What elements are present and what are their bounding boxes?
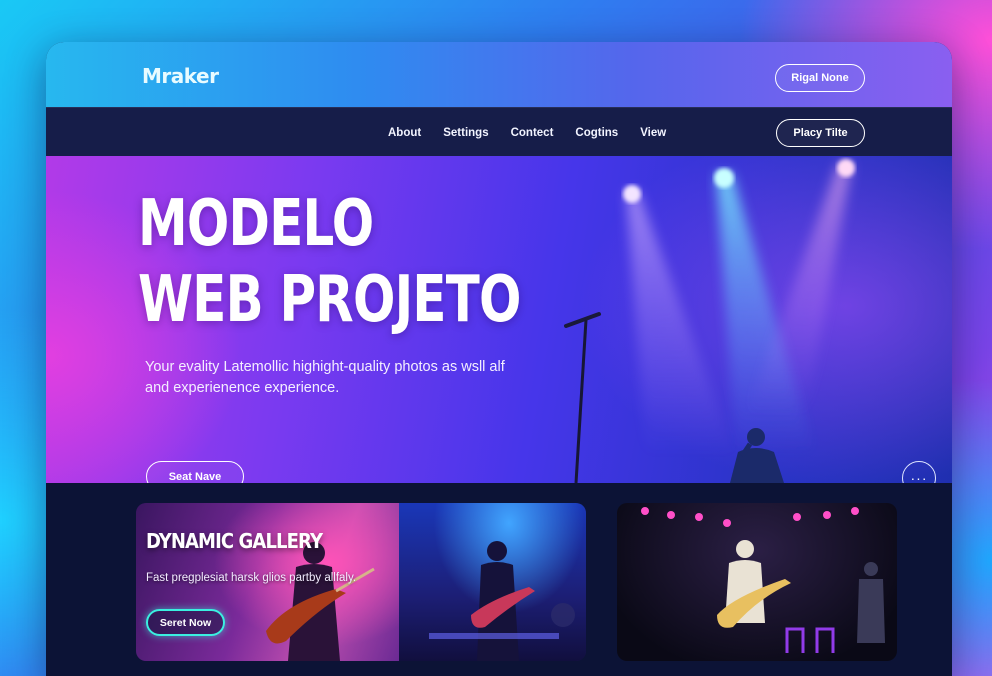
light-beam <box>626 191 736 456</box>
hero-title-line-2: WEB PROJETO <box>138 263 521 337</box>
nav-link-contect[interactable]: Contect <box>511 127 554 139</box>
hero-title: MODELO WEB PROJETO <box>138 186 521 338</box>
top-bar: Mraker Rigal None <box>46 42 952 107</box>
drum-icon <box>551 603 575 627</box>
gallery-photo-guitarist: DYNAMIC GALLERY Fast pregplesiat harsk g… <box>136 503 399 661</box>
bassist-graphic <box>429 541 575 661</box>
hero-title-line-1: MODELO <box>138 187 374 261</box>
nav-link-about[interactable]: About <box>388 127 421 139</box>
gallery-title: DYNAMIC GALLERY <box>146 529 323 553</box>
nav-action-button[interactable]: Placy Tilte <box>776 119 865 147</box>
band-stage-graphic <box>641 507 885 653</box>
microphone-icon <box>564 312 601 328</box>
stage-light <box>714 168 734 188</box>
hero-cta-button[interactable]: Seat Nave <box>146 461 244 483</box>
stage-light <box>623 185 641 203</box>
app-window: Mraker Rigal None About Settings Contect… <box>46 42 952 676</box>
nav-link-settings[interactable]: Settings <box>443 127 488 139</box>
nav-bar: About Settings Contect Cogtins View Plac… <box>46 107 952 156</box>
gallery-section: DYNAMIC GALLERY Fast pregplesiat harsk g… <box>46 483 952 676</box>
hero-subtitle: Your evality Latemollic highight-quality… <box>145 359 505 396</box>
gallery-cta-button[interactable]: Seret Now <box>146 609 225 636</box>
logo[interactable]: Mraker <box>142 64 219 88</box>
hero-banner: MODELO WEB PROJETO Your evality Latemoll… <box>46 156 952 483</box>
nav-links: About Settings Contect Cogtins View <box>388 108 688 157</box>
nav-link-view[interactable]: View <box>640 127 666 139</box>
nav-link-cogtins[interactable]: Cogtins <box>575 127 618 139</box>
gallery-subtitle: Fast pregplesiat harsk glios partby allf… <box>146 572 357 584</box>
mic-stand <box>574 319 588 483</box>
top-action-button[interactable]: Rigal None <box>775 64 865 92</box>
gallery-card[interactable]: DYNAMIC GALLERY Fast pregplesiat harsk g… <box>136 503 586 661</box>
stage-light <box>837 159 855 177</box>
gallery-photo-bassist <box>399 503 586 661</box>
featured-photo-card[interactable] <box>617 503 897 661</box>
